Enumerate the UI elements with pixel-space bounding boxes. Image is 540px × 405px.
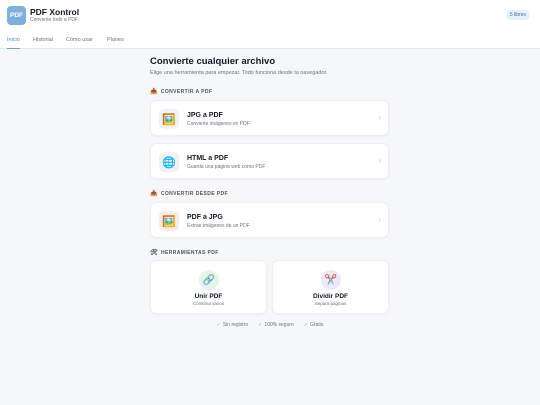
card-subtitle: Guarda una página web como PDF [187,164,266,170]
tab-planes[interactable]: Planes [107,31,124,49]
app-title: PDF Xontrol [30,7,80,17]
card-subtitle: Extrae imágenes de un PDF [187,223,250,229]
scissors-icon: ✂️ [321,270,341,290]
section-label: HERRAMIENTAS PDF [161,249,219,256]
section-label: CONVERTIR DESDE PDF [160,190,228,197]
footer-label: 100% seguro [264,322,294,328]
section-label: CONVERTIR A PDF [160,88,213,95]
image-icon: 🖼️ [159,211,179,231]
card-pdf-a-jpg[interactable]: 🖼️ PDF a JPG Extrae imágenes de un PDF › [150,202,389,238]
card-html-a-pdf[interactable]: 🌐 HTML a PDF Guarda una página web como … [150,143,389,179]
card-jpg-a-pdf[interactable]: 🖼️ JPG a PDF Convierte imágenes en PDF › [150,100,389,136]
card-title: JPG a PDF [187,112,223,119]
tab-como-usar[interactable]: Cómo usar [66,31,93,49]
chevron-right-icon: › [378,156,381,165]
app-logo[interactable]: PDF [7,6,26,25]
tab-bar: Inicio Historial Cómo usar Planes [0,31,540,49]
link-icon: 🔗 [199,270,219,290]
footer-label: Sin registro [222,322,249,328]
check-icon: ✓ [303,322,309,328]
tool-title: Dividir PDF [312,293,349,300]
section-convertir-a-pdf: 📥 CONVERTIR A PDF [150,88,213,96]
tool-title: Unir PDF [194,293,223,300]
tab-historial[interactable]: Historial [33,31,53,49]
globe-icon: 🌐 [159,152,179,172]
page-subtitle: Elige una herramienta para empezar. Todo… [150,70,328,76]
card-title: PDF a JPG [187,214,223,221]
check-icon: ✓ [258,322,263,328]
footer-item-gratis: ✓ Gratis [304,322,324,328]
tool-unir-pdf[interactable]: 🔗 Unir PDF Combina varios [150,260,267,314]
page-title: Convierte cualquier archivo [150,56,276,67]
check-icon: ✓ [216,322,221,328]
tool-subtitle: Combina varios [192,301,225,306]
inbox-icon: 📥 [150,89,158,95]
app-header: PDF PDF Xontrol Convierte todo a PDF 5 l… [0,0,540,31]
app-subtitle: Convierte todo a PDF [30,17,79,23]
tool-subtitle: Separa páginas [314,301,347,306]
image-icon: 🖼️ [159,109,179,129]
tab-inicio[interactable]: Inicio [7,31,20,49]
credits-badge[interactable]: 5 libres [505,10,530,20]
trust-footer: ✓ Sin registro ✓ 100% seguro ✓ Gratis [150,322,390,328]
section-convertir-desde-pdf: 📤 CONVERTIR DESDE PDF [150,190,228,198]
section-herramientas-pdf: 🛠 HERRAMIENTAS PDF [150,249,219,257]
tools-icon: 🛠 [150,250,159,256]
tool-dividir-pdf[interactable]: ✂️ Dividir PDF Separa páginas [272,260,389,314]
footer-label: Gratis [310,322,324,328]
chevron-right-icon: › [378,215,381,224]
footer-item-sin-registro: ✓ Sin registro [217,322,249,328]
chevron-right-icon: › [378,113,381,122]
outbox-icon: 📤 [150,191,158,197]
card-title: HTML a PDF [187,155,229,162]
footer-item-seguro: ✓ 100% seguro [258,322,294,328]
card-subtitle: Convierte imágenes en PDF [187,121,250,127]
